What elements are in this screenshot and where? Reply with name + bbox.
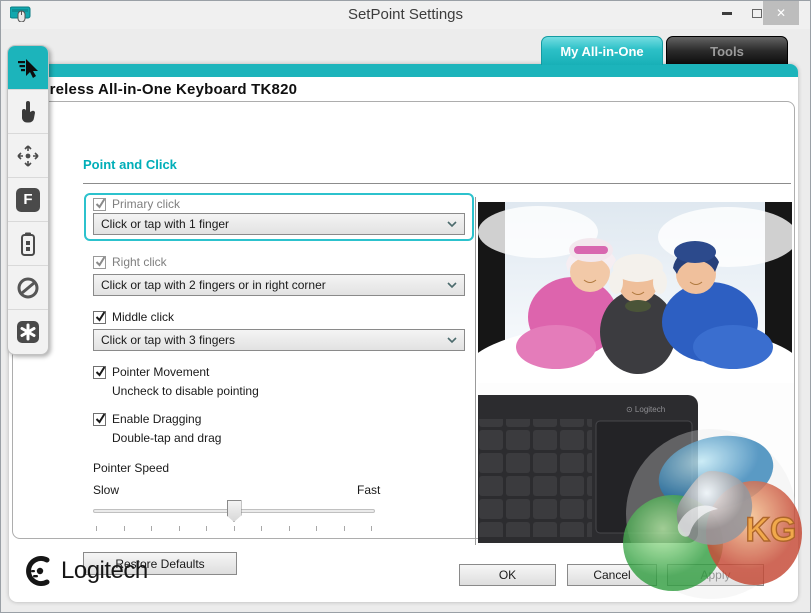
- pointer-speed-label: Pointer Speed: [93, 461, 170, 475]
- middle-click-value: Click or tap with 3 fingers: [101, 333, 236, 347]
- title-bar: SetPoint Settings ✕: [1, 1, 810, 29]
- photo-preview: [478, 202, 792, 378]
- pointer-click-icon: [18, 58, 38, 78]
- maximize-icon: [752, 8, 762, 18]
- enable-dragging-checkbox[interactable]: [93, 412, 106, 426]
- sidebar-item-function-keys[interactable]: F: [8, 178, 48, 222]
- brand-name: Logitech: [61, 557, 148, 584]
- pointer-movement-description: Uncheck to disable pointing: [112, 384, 259, 398]
- move-arrows-icon: [17, 144, 39, 167]
- chevron-down-icon: [447, 337, 457, 344]
- sidebar-item-settings[interactable]: [8, 310, 48, 354]
- slider-ticks: [96, 526, 372, 531]
- hand-touch-icon: [21, 100, 36, 123]
- battery-icon: [21, 232, 35, 256]
- check-icon: [95, 310, 106, 322]
- logitech-eye-icon: [26, 556, 50, 586]
- sidebar-item-battery[interactable]: [8, 222, 48, 266]
- ok-button[interactable]: OK: [459, 564, 556, 586]
- enable-dragging-label: Enable Dragging: [112, 412, 202, 426]
- tk820-keyboard-image: ⊙ Logitech: [478, 383, 794, 546]
- asterisk-settings-icon: [17, 321, 39, 343]
- minimize-icon: [722, 11, 732, 15]
- check-icon: [95, 365, 106, 377]
- slider-max-label: Fast: [357, 483, 381, 497]
- primary-click-checkbox[interactable]: [93, 197, 106, 211]
- pointer-movement-label: Pointer Movement: [112, 365, 210, 379]
- middle-click-label: Middle click: [112, 310, 175, 324]
- pointer-movement-checkbox[interactable]: [93, 365, 106, 379]
- kids-in-snow-photo: [478, 202, 792, 378]
- check-icon: [95, 255, 106, 267]
- tab-my-all-in-one[interactable]: My All-in-One: [541, 36, 663, 65]
- vertical-divider: [475, 197, 476, 545]
- primary-click-dropdown[interactable]: Click or tap with 1 finger: [93, 213, 465, 235]
- panel-accent-band: [9, 64, 798, 77]
- right-click-dropdown[interactable]: Click or tap with 2 fingers or in right …: [93, 274, 465, 296]
- setpoint-settings-window: SetPoint Settings ✕ My All-in-One Tools …: [0, 0, 811, 613]
- enable-dragging-row: Enable Dragging: [93, 412, 201, 426]
- tab-tools[interactable]: Tools: [666, 36, 788, 65]
- apply-button[interactable]: Apply: [667, 564, 764, 586]
- check-icon: [95, 197, 106, 209]
- right-click-label: Right click: [112, 255, 167, 269]
- sidebar-item-pointer-movement[interactable]: [8, 134, 48, 178]
- pointer-movement-row: Pointer Movement: [93, 365, 209, 379]
- slider-min-label: Slow: [93, 483, 120, 497]
- close-icon: ✕: [775, 6, 787, 20]
- close-button[interactable]: ✕: [763, 1, 799, 25]
- enable-dragging-description: Double-tap and drag: [112, 431, 222, 445]
- chevron-down-icon: [447, 221, 457, 228]
- primary-click-row: Primary click: [93, 197, 180, 211]
- middle-click-checkbox[interactable]: [93, 310, 106, 324]
- primary-click-label: Primary click: [112, 197, 180, 211]
- f-key-icon: F: [16, 187, 40, 212]
- primary-click-value: Click or tap with 1 finger: [101, 217, 230, 231]
- right-click-value: Click or tap with 2 fingers or in right …: [101, 278, 326, 292]
- content-panel: Point and Click Primary click Click or t…: [12, 101, 795, 575]
- section-divider: [83, 183, 791, 184]
- section-title: Point and Click: [83, 157, 177, 172]
- logitech-logo: Logitech: [25, 556, 148, 586]
- prohibition-icon: [17, 277, 39, 298]
- sidebar-item-touch[interactable]: [8, 90, 48, 134]
- right-click-row: Right click: [93, 255, 167, 269]
- keyboard-preview: ⊙ Logitech: [478, 383, 794, 546]
- window-title: SetPoint Settings: [347, 6, 464, 23]
- chevron-down-icon: [447, 282, 457, 289]
- cancel-button[interactable]: Cancel: [567, 564, 657, 586]
- check-icon: [95, 412, 106, 424]
- main-panel: Wireless All-in-One Keyboard TK820 Point…: [9, 64, 798, 602]
- middle-click-dropdown[interactable]: Click or tap with 3 fingers: [93, 329, 465, 351]
- device-title: Wireless All-in-One Keyboard TK820: [31, 81, 298, 98]
- sidebar-item-point-and-click[interactable]: [8, 46, 48, 90]
- middle-click-row: Middle click: [93, 310, 174, 324]
- slider-thumb[interactable]: [226, 500, 242, 522]
- right-click-checkbox[interactable]: [93, 255, 106, 269]
- sidebar: F: [7, 45, 49, 355]
- minimize-button[interactable]: [713, 1, 741, 25]
- svg-text:⊙ Logitech: ⊙ Logitech: [626, 405, 665, 414]
- sidebar-item-disable[interactable]: [8, 266, 48, 310]
